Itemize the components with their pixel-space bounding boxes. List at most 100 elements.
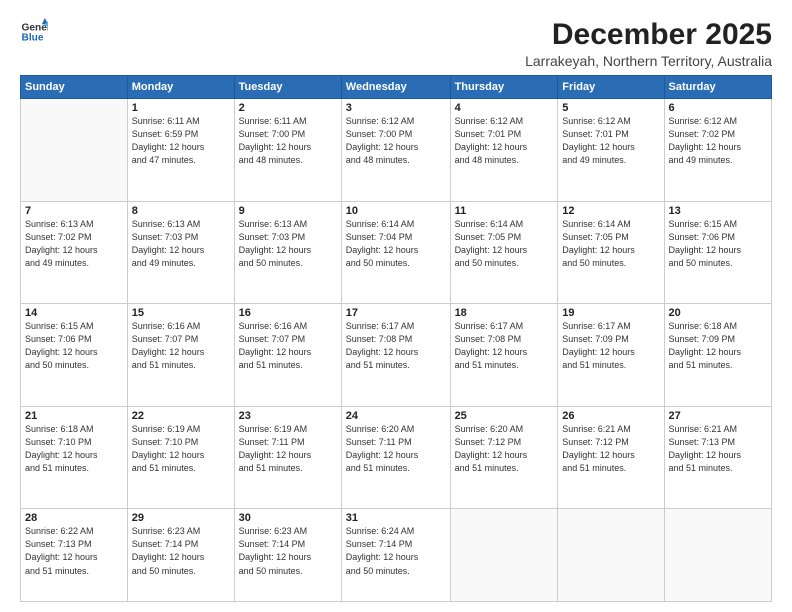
calendar-cell: 14Sunrise: 6:15 AMSunset: 7:06 PMDayligh… (21, 304, 128, 407)
calendar-cell: 28Sunrise: 6:22 AMSunset: 7:13 PMDayligh… (21, 509, 128, 602)
day-info: Sunrise: 6:18 AMSunset: 7:10 PMDaylight:… (25, 423, 123, 475)
calendar-cell: 30Sunrise: 6:23 AMSunset: 7:14 PMDayligh… (234, 509, 341, 602)
title-block: December 2025 Larrakeyah, Northern Terri… (525, 18, 772, 69)
day-info: Sunrise: 6:19 AMSunset: 7:10 PMDaylight:… (132, 423, 230, 475)
calendar-cell: 18Sunrise: 6:17 AMSunset: 7:08 PMDayligh… (450, 304, 558, 407)
day-header-tuesday: Tuesday (234, 76, 341, 99)
day-info: Sunrise: 6:21 AMSunset: 7:13 PMDaylight:… (669, 423, 767, 475)
day-number: 22 (132, 410, 230, 422)
calendar-cell: 4Sunrise: 6:12 AMSunset: 7:01 PMDaylight… (450, 99, 558, 202)
day-number: 4 (455, 102, 554, 114)
day-info: Sunrise: 6:15 AMSunset: 7:06 PMDaylight:… (25, 320, 123, 372)
day-number: 19 (562, 307, 659, 319)
day-info: Sunrise: 6:17 AMSunset: 7:08 PMDaylight:… (455, 320, 554, 372)
day-number: 28 (25, 512, 123, 524)
day-number: 12 (562, 205, 659, 217)
day-number: 5 (562, 102, 659, 114)
day-info: Sunrise: 6:11 AMSunset: 7:00 PMDaylight:… (239, 115, 337, 167)
day-number: 16 (239, 307, 337, 319)
calendar-cell: 8Sunrise: 6:13 AMSunset: 7:03 PMDaylight… (127, 201, 234, 304)
day-info: Sunrise: 6:13 AMSunset: 7:03 PMDaylight:… (239, 218, 337, 270)
day-number: 1 (132, 102, 230, 114)
calendar-cell: 9Sunrise: 6:13 AMSunset: 7:03 PMDaylight… (234, 201, 341, 304)
calendar-cell: 23Sunrise: 6:19 AMSunset: 7:11 PMDayligh… (234, 406, 341, 509)
day-header-friday: Friday (558, 76, 664, 99)
day-info: Sunrise: 6:12 AMSunset: 7:02 PMDaylight:… (669, 115, 767, 167)
week-row: 28Sunrise: 6:22 AMSunset: 7:13 PMDayligh… (21, 509, 772, 602)
calendar-cell: 20Sunrise: 6:18 AMSunset: 7:09 PMDayligh… (664, 304, 771, 407)
day-info: Sunrise: 6:17 AMSunset: 7:08 PMDaylight:… (346, 320, 446, 372)
day-number: 26 (562, 410, 659, 422)
day-header-wednesday: Wednesday (341, 76, 450, 99)
calendar-cell: 16Sunrise: 6:16 AMSunset: 7:07 PMDayligh… (234, 304, 341, 407)
day-info: Sunrise: 6:12 AMSunset: 7:00 PMDaylight:… (346, 115, 446, 167)
calendar-cell (450, 509, 558, 602)
calendar-cell: 13Sunrise: 6:15 AMSunset: 7:06 PMDayligh… (664, 201, 771, 304)
day-info: Sunrise: 6:14 AMSunset: 7:05 PMDaylight:… (455, 218, 554, 270)
day-info: Sunrise: 6:12 AMSunset: 7:01 PMDaylight:… (455, 115, 554, 167)
day-number: 11 (455, 205, 554, 217)
week-row: 21Sunrise: 6:18 AMSunset: 7:10 PMDayligh… (21, 406, 772, 509)
week-row: 1Sunrise: 6:11 AMSunset: 6:59 PMDaylight… (21, 99, 772, 202)
day-number: 29 (132, 512, 230, 524)
logo: General Blue (20, 18, 48, 46)
calendar-page: General Blue December 2025 Larrakeyah, N… (0, 0, 792, 612)
day-number: 21 (25, 410, 123, 422)
calendar-cell: 15Sunrise: 6:16 AMSunset: 7:07 PMDayligh… (127, 304, 234, 407)
calendar-cell: 22Sunrise: 6:19 AMSunset: 7:10 PMDayligh… (127, 406, 234, 509)
day-number: 14 (25, 307, 123, 319)
day-number: 17 (346, 307, 446, 319)
day-number: 15 (132, 307, 230, 319)
subtitle: Larrakeyah, Northern Territory, Australi… (525, 53, 772, 69)
calendar-cell: 11Sunrise: 6:14 AMSunset: 7:05 PMDayligh… (450, 201, 558, 304)
calendar-cell: 1Sunrise: 6:11 AMSunset: 6:59 PMDaylight… (127, 99, 234, 202)
day-number: 10 (346, 205, 446, 217)
week-row: 14Sunrise: 6:15 AMSunset: 7:06 PMDayligh… (21, 304, 772, 407)
day-info: Sunrise: 6:17 AMSunset: 7:09 PMDaylight:… (562, 320, 659, 372)
day-number: 9 (239, 205, 337, 217)
day-header-sunday: Sunday (21, 76, 128, 99)
calendar-cell (21, 99, 128, 202)
day-info: Sunrise: 6:20 AMSunset: 7:12 PMDaylight:… (455, 423, 554, 475)
day-info: Sunrise: 6:13 AMSunset: 7:02 PMDaylight:… (25, 218, 123, 270)
day-number: 6 (669, 102, 767, 114)
day-number: 31 (346, 512, 446, 524)
day-number: 24 (346, 410, 446, 422)
day-header-thursday: Thursday (450, 76, 558, 99)
day-info: Sunrise: 6:23 AMSunset: 7:14 PMDaylight:… (239, 525, 337, 577)
week-row: 7Sunrise: 6:13 AMSunset: 7:02 PMDaylight… (21, 201, 772, 304)
calendar-cell: 7Sunrise: 6:13 AMSunset: 7:02 PMDaylight… (21, 201, 128, 304)
calendar-cell: 19Sunrise: 6:17 AMSunset: 7:09 PMDayligh… (558, 304, 664, 407)
day-number: 8 (132, 205, 230, 217)
calendar-cell: 2Sunrise: 6:11 AMSunset: 7:00 PMDaylight… (234, 99, 341, 202)
day-info: Sunrise: 6:14 AMSunset: 7:04 PMDaylight:… (346, 218, 446, 270)
day-number: 20 (669, 307, 767, 319)
day-info: Sunrise: 6:11 AMSunset: 6:59 PMDaylight:… (132, 115, 230, 167)
calendar-cell: 5Sunrise: 6:12 AMSunset: 7:01 PMDaylight… (558, 99, 664, 202)
calendar-cell (664, 509, 771, 602)
day-info: Sunrise: 6:21 AMSunset: 7:12 PMDaylight:… (562, 423, 659, 475)
day-info: Sunrise: 6:22 AMSunset: 7:13 PMDaylight:… (25, 525, 123, 577)
day-info: Sunrise: 6:13 AMSunset: 7:03 PMDaylight:… (132, 218, 230, 270)
calendar-cell: 29Sunrise: 6:23 AMSunset: 7:14 PMDayligh… (127, 509, 234, 602)
day-info: Sunrise: 6:16 AMSunset: 7:07 PMDaylight:… (132, 320, 230, 372)
day-info: Sunrise: 6:19 AMSunset: 7:11 PMDaylight:… (239, 423, 337, 475)
calendar-cell: 6Sunrise: 6:12 AMSunset: 7:02 PMDaylight… (664, 99, 771, 202)
day-info: Sunrise: 6:12 AMSunset: 7:01 PMDaylight:… (562, 115, 659, 167)
calendar-cell: 24Sunrise: 6:20 AMSunset: 7:11 PMDayligh… (341, 406, 450, 509)
day-number: 7 (25, 205, 123, 217)
day-info: Sunrise: 6:16 AMSunset: 7:07 PMDaylight:… (239, 320, 337, 372)
header: General Blue December 2025 Larrakeyah, N… (20, 18, 772, 69)
calendar-header: SundayMondayTuesdayWednesdayThursdayFrid… (21, 76, 772, 99)
svg-text:Blue: Blue (22, 33, 44, 44)
calendar-cell (558, 509, 664, 602)
calendar-cell: 26Sunrise: 6:21 AMSunset: 7:12 PMDayligh… (558, 406, 664, 509)
day-number: 13 (669, 205, 767, 217)
day-info: Sunrise: 6:23 AMSunset: 7:14 PMDaylight:… (132, 525, 230, 577)
calendar-cell: 27Sunrise: 6:21 AMSunset: 7:13 PMDayligh… (664, 406, 771, 509)
day-number: 23 (239, 410, 337, 422)
day-number: 30 (239, 512, 337, 524)
calendar-cell: 17Sunrise: 6:17 AMSunset: 7:08 PMDayligh… (341, 304, 450, 407)
day-number: 2 (239, 102, 337, 114)
calendar-table: SundayMondayTuesdayWednesdayThursdayFrid… (20, 75, 772, 602)
